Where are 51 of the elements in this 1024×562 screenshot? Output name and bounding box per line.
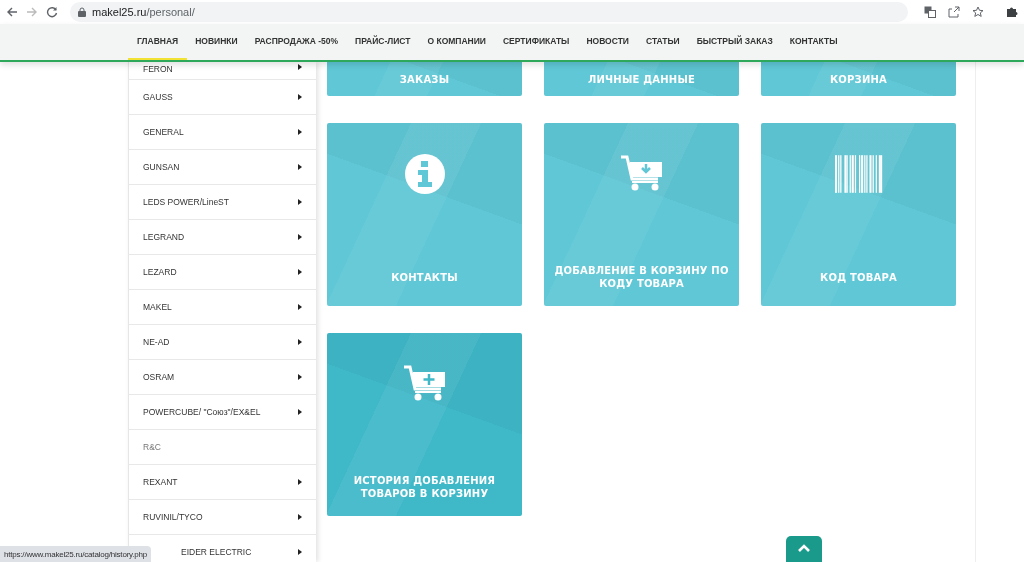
- sidebar-item[interactable]: LEGRAND: [129, 220, 316, 255]
- sidebar-item[interactable]: FERON: [129, 62, 316, 80]
- nav-link[interactable]: НОВОСТИ: [577, 24, 638, 60]
- lock-icon: [78, 7, 86, 17]
- sidebar-item[interactable]: GENERAL: [129, 115, 316, 150]
- sidebar-item[interactable]: R&C: [129, 430, 316, 465]
- sidebar-item-label: LEDS POWER/LineST: [143, 197, 229, 207]
- reload-icon[interactable]: [46, 6, 58, 18]
- sidebar-item-label: FERON: [143, 64, 173, 74]
- back-icon[interactable]: [6, 6, 18, 18]
- sidebar-item[interactable]: OSRAM: [129, 360, 316, 395]
- sidebar-item-label: NE-AD: [143, 337, 170, 347]
- sidebar-item-label: OSRAM: [143, 372, 175, 382]
- sidebar-item[interactable]: NE-AD: [129, 325, 316, 360]
- address-bar[interactable]: makel25.ru/personal/: [70, 2, 908, 22]
- sidebar-item[interactable]: MAKEL: [129, 290, 316, 325]
- extensions-icon[interactable]: [1006, 6, 1018, 18]
- sidebar-item[interactable]: LEZARD: [129, 255, 316, 290]
- sidebar-item-label: POWERCUBE/ "Союз"/EX&EL: [143, 407, 261, 417]
- sidebar-item-label: RUVINIL/TYCO: [143, 512, 203, 522]
- scroll-to-top-button[interactable]: [786, 536, 822, 562]
- sidebar-item[interactable]: RUVINIL/TYCO: [129, 500, 316, 535]
- sidebar-item-label: LEGRAND: [143, 232, 185, 242]
- barcode-icon: [834, 153, 883, 195]
- sidebar-item-label: EIDER ELECTRIC: [181, 547, 252, 557]
- sidebar-item-label: R&C: [143, 442, 161, 452]
- nav-link[interactable]: ГЛАВНАЯ: [128, 24, 188, 60]
- star-icon[interactable]: [972, 6, 984, 18]
- sidebar-item[interactable]: GUNSAN: [129, 150, 316, 185]
- sidebar-item-label: GENERAL: [143, 127, 184, 137]
- sidebar-item-label: LEZARD: [143, 267, 177, 277]
- sidebar-item[interactable]: GAUSS: [129, 80, 316, 115]
- chevron-up-icon: [797, 543, 811, 553]
- nav-link[interactable]: О КОМПАНИИ: [418, 24, 495, 60]
- sidebar-item[interactable]: LEDS POWER/LineST: [129, 185, 316, 220]
- sidebar-item[interactable]: REXANT: [129, 465, 316, 500]
- nav-link[interactable]: РАСПРОДАЖА -50%: [245, 24, 348, 60]
- sidebar-item-label: GAUSS: [143, 92, 173, 102]
- info-icon: [403, 153, 446, 195]
- nav-link[interactable]: СЕРТИФИКАТЫ: [493, 24, 579, 60]
- sidebar-item[interactable]: POWERCUBE/ "Союз"/EX&EL: [129, 395, 316, 430]
- status-url-tooltip: https://www.makel25.ru/catalog/history.php: [0, 546, 152, 562]
- sidebar-item-label: GUNSAN: [143, 162, 180, 172]
- share-icon[interactable]: [948, 6, 960, 18]
- sidebar-item-label: REXANT: [143, 477, 178, 487]
- nav-link[interactable]: НОВИНКИ: [186, 24, 247, 60]
- sidebar-item-label: MAKEL: [143, 302, 172, 312]
- nav-link[interactable]: БЫСТРЫЙ ЗАКАЗ: [687, 24, 782, 60]
- nav-link[interactable]: КОНТАКТЫ: [780, 24, 847, 60]
- nav-link[interactable]: СТАТЬИ: [636, 24, 689, 60]
- nav-link[interactable]: ПРАЙС-ЛИСТ: [346, 24, 420, 60]
